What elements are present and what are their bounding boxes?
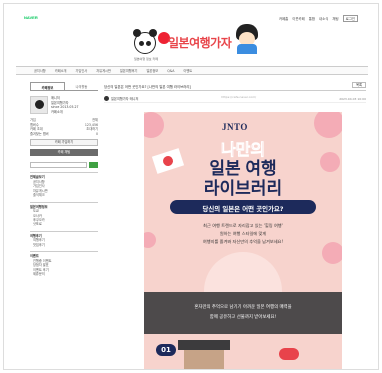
naver-logo[interactable]: NAVER — [24, 15, 38, 20]
cafe-chat-button[interactable]: 카페 채팅 — [30, 149, 98, 157]
menu-bar: 공지사항 카페소개 가입인사 자유게시판 일본여행후기 일본정보 Q&A 이벤트 — [16, 66, 368, 75]
step-number: 01 — [161, 346, 171, 354]
stat-value: 0 — [95, 131, 98, 136]
profile-text: 매니저 일본여행가자 since 2013.05.27 카페소개 — [51, 96, 79, 114]
post-title: 당신의 일본은 어떤 곳인가요? [나만의 일본 여행 라이브러리] — [104, 85, 191, 89]
jnto-logo: JNTO — [222, 122, 248, 132]
post-author-row: 일본여행가자 매니저 https://cafe.naver.com/ 2023.… — [104, 95, 366, 103]
top-links: 카페홈 이웃카페 통합 내소식 채팅 로그인 — [279, 15, 358, 22]
tab-cafe-info[interactable]: 카페정보 — [30, 82, 65, 90]
board-item[interactable]: 출석체크 — [30, 193, 98, 197]
panda-mascot-icon — [133, 29, 157, 54]
cafe-banner[interactable]: 일본여행가자 일본여행 정보 카페 — [114, 22, 284, 66]
menu-item[interactable]: Q&A — [167, 69, 174, 73]
poster-dark-box: 혼자만의 추억으로 남기기 아까운 일본 여행의 매력을 함께 공유하고 선물까… — [144, 292, 342, 334]
top-bar: NAVER 카페홈 이웃카페 통합 내소식 채팅 로그인 — [4, 4, 378, 24]
building-illustration — [178, 340, 230, 369]
list-button[interactable]: 목록 — [352, 82, 366, 88]
login-button[interactable]: 로그인 — [342, 15, 358, 22]
board-section: 이벤트 진행중 이벤트 당첨자 발표 이벤트 후기 제휴문의 — [30, 251, 98, 276]
post-area: 당신의 일본은 어떤 곳인가요? [나만의 일본 여행 라이브러리] 목록 일본… — [104, 82, 366, 369]
profile-line[interactable]: 카페소개 — [51, 110, 79, 115]
board-item[interactable]: 삿포로 — [30, 222, 98, 226]
menu-item[interactable]: 카페소개 — [55, 68, 67, 73]
post-date: 2023.04.03 10:00 — [339, 97, 366, 101]
step-pill-2 — [279, 348, 299, 360]
join-cafe-button[interactable]: 카페 가입하기 — [30, 139, 98, 147]
poster-title-3: 라이브러리 — [203, 179, 283, 198]
poster-dark-line: 혼자만의 추억으로 남기기 아까운 일본 여행의 매력을 — [194, 305, 292, 310]
poster-line: 여행지를 즐겨봐 자신만의 추억을 남겨보세요! — [202, 239, 284, 244]
menu-item[interactable]: 공지사항 — [34, 68, 46, 73]
cafe-stats: 가입 전체 멤버수 123,456 카페 초대 초대하기 즐겨찾는 멤버 0 — [30, 118, 98, 136]
post-url[interactable]: https://cafe.naver.com/ — [221, 95, 256, 102]
menu-item[interactable]: 가입인사 — [75, 68, 87, 73]
poster-question: 당신의 일본은 어떤 곳인가요? — [170, 200, 316, 214]
poster-line: 원하는 여행 스타일에 맞게 — [219, 231, 267, 236]
profile-line: since 2013.05.27 — [51, 105, 79, 109]
search-button[interactable] — [89, 162, 98, 169]
top-link-news[interactable]: 내소식 — [319, 16, 328, 21]
banner-subtitle: 일본여행 정보 카페 — [134, 57, 158, 61]
sidebar-tabs: 카페정보 나의활동 — [30, 82, 98, 91]
board-section: 여행후기 여행후기 맛집후기 — [30, 230, 98, 247]
post-header: 당신의 일본은 어떤 곳인가요? [나만의 일본 여행 라이브러리] 목록 — [104, 82, 366, 91]
board-section: 일본여행정보 도쿄 오사카 후쿠오카 삿포로 — [30, 201, 98, 227]
top-link-neighbor[interactable]: 이웃카페 — [292, 16, 304, 21]
poster-question-text: 당신의 일본은 어떤 곳인가요? — [202, 204, 284, 213]
event-poster[interactable]: JNTO 나만의 일본 여행 라이브러리 당신의 일본은 어떤 곳인가요? 최근… — [144, 112, 342, 369]
banner-title: 일본여행가자 — [168, 36, 232, 50]
author-name: 일본여행가자 매니저 — [111, 97, 139, 101]
board-item[interactable]: 맛집후기 — [30, 243, 98, 247]
cafe-profile: 매니저 일본여행가자 since 2013.05.27 카페소개 — [30, 96, 98, 114]
poster-line: 최근 여행 트렌드로 자리잡고 있는 '힐링 여행' — [203, 223, 283, 228]
profile-image[interactable] — [30, 96, 48, 114]
poster-body: 최근 여행 트렌드로 자리잡고 있는 '힐링 여행' 원하는 여행 스타일에 맞… — [174, 222, 312, 246]
menu-item[interactable]: 일본정보 — [146, 68, 158, 73]
menu-item[interactable]: 이벤트 — [183, 68, 192, 73]
cafe-sidebar: 카페정보 나의활동 매니저 일본여행가자 since 2013.05.27 카페… — [30, 82, 98, 369]
stat-label: 즐겨찾는 멤버 — [30, 131, 49, 136]
board-item[interactable]: 제휴문의 — [30, 272, 98, 276]
stat-row[interactable]: 즐겨찾는 멤버 0 — [30, 132, 98, 137]
post-author[interactable]: 일본여행가자 매니저 — [104, 95, 138, 102]
sidebar-search — [30, 162, 98, 169]
poster-dark-line: 함께 공유하고 선물까지 받아보세요! — [209, 315, 277, 320]
step-pill-1: 01 — [156, 344, 176, 356]
top-link-cafe-home[interactable]: 카페홈 — [279, 16, 288, 21]
author-avatar — [104, 96, 109, 101]
menu-item[interactable]: 일본여행후기 — [120, 68, 138, 73]
tab-my-activity[interactable]: 나의활동 — [65, 82, 98, 90]
top-link-search[interactable]: 통합 — [309, 16, 315, 21]
board-section: 전체글보기 공지사항 가입인사 자유게시판 출석체크 — [30, 172, 98, 197]
browser-frame: NAVER 카페홈 이웃카페 통합 내소식 채팅 로그인 일본여행가자 일본여행… — [3, 3, 379, 370]
boy-mascot-icon — [234, 24, 260, 54]
menu-item[interactable]: 자유게시판 — [96, 68, 111, 73]
search-input[interactable] — [30, 162, 87, 169]
top-link-chat[interactable]: 채팅 — [332, 16, 338, 21]
